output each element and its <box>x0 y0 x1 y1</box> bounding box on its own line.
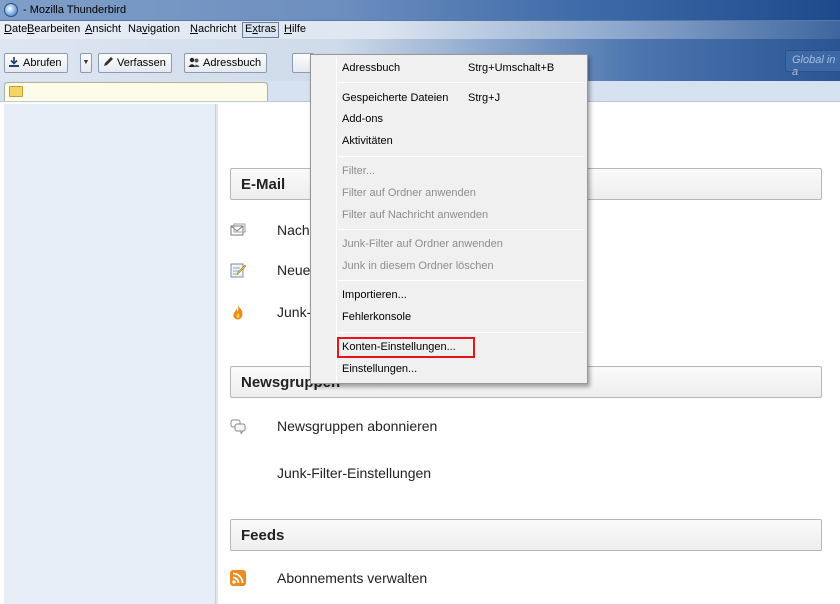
menu-separator <box>338 280 584 281</box>
menu-ansicht[interactable]: Ansicht <box>83 23 123 38</box>
menu-navigation[interactable]: Navigation <box>126 23 182 38</box>
menu-item-delete-junk[interactable]: Junk in diesem Ordner löschen <box>342 256 494 276</box>
menu-item-preferences[interactable]: Einstellungen... <box>342 359 417 379</box>
address-book-button[interactable]: Adressbuch <box>184 53 268 73</box>
speech-bubbles-icon <box>230 419 246 434</box>
menu-item-saved-files[interactable]: Gespeicherte Dateien <box>342 88 448 108</box>
menu-extras[interactable]: Extras <box>242 22 280 38</box>
action-manage-subscriptions[interactable]: Abonnements verwalten <box>230 567 530 591</box>
address-book-icon <box>188 57 200 67</box>
menu-item-filter-message[interactable]: Filter auf Nachricht anwenden <box>342 205 488 225</box>
menu-item-addons[interactable]: Add-ons <box>342 109 383 129</box>
highlight-annotation <box>337 337 475 358</box>
shortcut-saved-files: Strg+J <box>468 92 501 104</box>
download-icon <box>9 57 19 67</box>
rss-feed-icon <box>230 570 246 586</box>
flame-icon <box>233 305 243 320</box>
thunderbird-window: - Mozilla Thunderbird Datei Bearbeiten A… <box>0 0 840 604</box>
menu-item-filter[interactable]: Filter... <box>342 161 375 181</box>
compose-icon <box>230 263 246 278</box>
compose-button[interactable]: Verfassen <box>98 53 172 73</box>
menu-item-junk-filter-folder[interactable]: Junk-Filter auf Ordner anwenden <box>342 234 503 254</box>
title-bar: - Mozilla Thunderbird <box>0 0 840 21</box>
menu-separator <box>338 332 584 333</box>
menu-bar: Datei Bearbeiten Ansicht Navigation Nach… <box>0 21 840 39</box>
window-title: - Mozilla Thunderbird <box>23 4 127 16</box>
get-mail-button[interactable]: Abrufen <box>4 53 68 73</box>
pane-splitter[interactable] <box>216 104 218 604</box>
menu-icon-gutter <box>336 57 337 382</box>
menu-nachricht[interactable]: Nachricht <box>188 23 238 38</box>
pencil-icon <box>104 57 113 66</box>
envelope-icon <box>230 223 246 236</box>
shortcut-adressbuch: Strg+Umschalt+B <box>468 62 555 74</box>
thunderbird-icon[interactable] <box>4 3 18 17</box>
menu-item-activities[interactable]: Aktivitäten <box>342 131 393 151</box>
menu-item-import[interactable]: Importieren... <box>342 285 407 305</box>
menu-item-error-console[interactable]: Fehlerkonsole <box>342 307 411 327</box>
global-search-input[interactable]: Global in a <box>785 50 840 78</box>
folder-icon <box>9 86 23 97</box>
menu-hilfe[interactable]: Hilfe <box>282 23 308 38</box>
folder-pane[interactable] <box>4 104 216 604</box>
menu-item-adressbuch[interactable]: Adressbuch <box>342 58 400 78</box>
menu-separator <box>338 82 584 83</box>
menu-bearbeiten[interactable]: Bearbeiten <box>25 23 82 38</box>
menu-separator <box>338 156 584 157</box>
action-subscribe-newsgroups[interactable]: Newsgruppen abonnieren <box>230 415 530 439</box>
get-mail-dropdown[interactable]: ▼ <box>80 53 92 73</box>
menu-item-filter-folder[interactable]: Filter auf Ordner anwenden <box>342 183 476 203</box>
section-feeds-header: Feeds <box>230 519 822 551</box>
menu-separator <box>338 229 584 230</box>
action-news-junk-settings[interactable]: Junk-Filter-Einstellungen <box>230 462 530 486</box>
